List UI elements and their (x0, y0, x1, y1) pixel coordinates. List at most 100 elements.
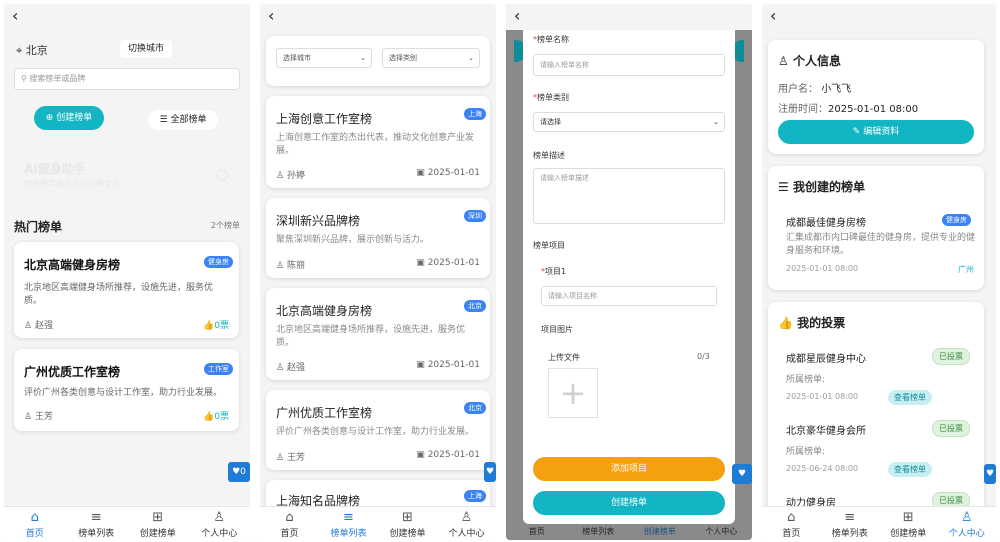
search-icon: ⚲ (21, 74, 27, 83)
search-input[interactable]: ⚲ 搜索榜单或品牌 (14, 68, 240, 90)
list-card[interactable]: 广州优质工作室榜 北京 评价广州各类创意与设计工作室，助力行业发展。 ♙ 王芳 … (266, 390, 490, 470)
chat-icon[interactable]: ◯ (216, 168, 228, 181)
person-icon: ♙ (213, 510, 226, 525)
create-list-button[interactable]: ⊕ 创建榜单 (34, 106, 104, 130)
tab-home[interactable]: ⌂ 首页 (260, 507, 319, 540)
tab-profile[interactable]: ♙ 个人中心 (189, 507, 251, 540)
tab-list[interactable]: ≡ 榜单列表 (66, 507, 128, 540)
card-title: 北京高端健身房榜 (276, 304, 373, 318)
tab-profile[interactable]: ♙ 个人中心 (938, 507, 997, 540)
favorite-float-button[interactable]: ♥0 (228, 462, 250, 482)
item1-name-input[interactable]: 请输入项目名称 (541, 286, 717, 306)
tab-profile[interactable]: 个人中心 (691, 524, 753, 540)
grid-icon: ⊞ (402, 510, 413, 525)
user-icon: ♙ (778, 54, 789, 68)
view-list-button[interactable]: 查看榜单 (888, 390, 932, 405)
item1-label: *项目1 (541, 267, 567, 276)
switch-city-button[interactable]: 切换城市 (120, 40, 173, 58)
card-author: ♙ 孙婷 (276, 171, 305, 181)
item-image-label: 项目图片 (541, 325, 573, 334)
list-card[interactable]: 深圳新兴品牌榜 深圳 聚焦深圳新兴品牌，展示创新与活力。 ♙ 陈丽 ▣ 2025… (266, 198, 490, 278)
items-label: 榜单项目 (533, 241, 565, 250)
tab-profile[interactable]: ♙ 个人中心 (437, 507, 496, 540)
card-description: 北京地区高端健身场所推荐，设施先进，服务优质。 (24, 283, 214, 306)
list-name-input[interactable]: 请输入榜单名称 (533, 54, 725, 76)
chevron-down-icon: ⌄ (713, 118, 719, 126)
tab-create[interactable]: ⊞ 创建榜单 (378, 507, 437, 540)
my-lists-title: ☰ 我创建的榜单 (778, 180, 865, 194)
tab-list[interactable]: 榜单列表 (568, 524, 630, 540)
location-city: 北京 (25, 44, 48, 57)
vote-item-name[interactable]: 北京豪华健身会所 (786, 422, 866, 437)
vote-count[interactable]: 👍0票 (203, 318, 229, 331)
all-lists-button[interactable]: ☰ 全部榜单 (148, 110, 218, 130)
tab-home[interactable]: 首页 (506, 524, 568, 540)
my-list-name[interactable]: 成都最佳健身房榜 (786, 214, 866, 229)
list-description-textarea[interactable]: 请输入榜单描述 (533, 168, 725, 224)
card-author: ♙ 赵强 (24, 321, 53, 331)
submit-create-button[interactable]: 创建榜单 (533, 491, 725, 515)
list-icon: ☰ (159, 115, 168, 125)
add-item-button[interactable]: 添加项目 (533, 457, 725, 481)
card-title: 上海创意工作室榜 (276, 112, 373, 126)
back-icon[interactable]: ‹ (12, 8, 26, 24)
list-card[interactable]: 北京高端健身房榜 北京 北京地区高端健身场所推荐，设施先进，服务优质。 ♙ 赵强… (266, 288, 490, 380)
home-icon: ⌂ (787, 510, 796, 525)
ai-assistant-title: AI健身助手 (24, 162, 86, 176)
home-icon: ⌂ (285, 510, 294, 525)
heart-icon: ♥ (985, 469, 995, 479)
card-date: ▣ 2025-01-01 (416, 360, 480, 370)
favorite-float-button[interactable]: ♥ (984, 464, 996, 484)
my-list-city: 广州 (958, 265, 974, 274)
voted-badge: 已投票 (932, 348, 970, 365)
my-votes-card: 👍 我的投票 成都星辰健身中心 已投票 所属榜单: 2025-01-01 08:… (768, 302, 984, 512)
calendar-icon: ▣ (416, 168, 425, 178)
tab-home[interactable]: ⌂ 首页 (762, 507, 821, 540)
view-list-button[interactable]: 查看榜单 (888, 462, 932, 477)
name-label: *榜单名称 (533, 35, 569, 44)
tab-list[interactable]: ≡ 榜单列表 (319, 507, 378, 540)
card-author: ♙ 王芳 (24, 412, 53, 422)
back-icon[interactable]: ‹ (268, 8, 282, 24)
back-icon[interactable]: ‹ (514, 8, 528, 24)
card-description: 聚焦深圳新兴品牌，展示创新与活力。 (276, 235, 430, 245)
vote-count[interactable]: 👍0票 (203, 409, 229, 422)
type-select[interactable]: 选择类别 ⌄ (382, 48, 480, 68)
favorite-float-button[interactable]: ♥ (732, 464, 752, 484)
user-icon: ♙ (276, 261, 285, 271)
voted-badge: 已投票 (932, 420, 970, 437)
tab-create[interactable]: 创建榜单 (629, 524, 691, 540)
my-lists-card: ☰ 我创建的榜单 成都最佳健身房榜 健身房 汇集成都市内口碑最佳的健身房，提供专… (768, 166, 984, 290)
category-badge: 工作室 (204, 363, 233, 375)
favorite-float-button[interactable]: ♥ (484, 462, 496, 482)
bottom-tab-bar: ⌂ 首页 ≡ 榜单列表 ⊞ 创建榜单 ♙ 个人中心 (260, 506, 496, 540)
card-description: 上海创意工作室的杰出代表，推动文化创意产业发展。 (276, 133, 475, 156)
list-card[interactable]: 上海创意工作室榜 上海 上海创意工作室的杰出代表，推动文化创意产业发展。 ♙ 孙… (266, 96, 490, 188)
tab-list[interactable]: ≡ 榜单列表 (821, 507, 880, 540)
bottom-tab-bar: ⌂ 首页 ≡ 榜单列表 ⊞ 创建榜单 ♙ 个人中心 (762, 506, 996, 540)
card-date: ▣ 2025-01-01 (416, 258, 480, 268)
profile-screen: ‹ ♙ 个人信息 用户名： 小飞飞 注册时间：2025-01-01 08:00 … (762, 4, 996, 540)
hot-list-card[interactable]: 广州优质工作室榜 工作室 评价广州各类创意与设计工作室，助力行业发展。 ♙ 王芳… (14, 349, 239, 431)
tab-home[interactable]: ⌂ 首页 (4, 507, 66, 540)
calendar-icon: ▣ (416, 450, 425, 460)
person-icon: ♙ (960, 510, 973, 525)
home-icon: ⌂ (30, 510, 39, 525)
card-description: 评价广州各类创意与设计工作室，助力行业发展。 (276, 427, 475, 437)
hot-list-card[interactable]: 北京高端健身房榜 健身房 北京地区高端健身场所推荐，设施先进，服务优质。 ♙ 赵… (14, 242, 239, 338)
thumbs-up-icon: 👍 (778, 316, 793, 330)
edit-profile-button[interactable]: ✎ 编辑资料 (778, 120, 974, 144)
list-type-select[interactable]: 请选择 ⌄ (533, 112, 725, 132)
grid-icon: ⊞ (152, 510, 164, 525)
back-icon[interactable]: ‹ (770, 8, 784, 24)
chevron-down-icon: ⌄ (360, 54, 366, 62)
ai-assistant-subtitle: 智能推荐最适合您的健身房 (24, 179, 120, 188)
tab-create[interactable]: ⊞ 创建榜单 (879, 507, 938, 540)
tab-create[interactable]: ⊞ 创建榜单 (127, 507, 189, 540)
type-label: *榜单类别 (533, 93, 569, 102)
heart-icon: ♥ (737, 469, 747, 479)
vote-item-name[interactable]: 成都星辰健身中心 (786, 350, 866, 365)
info-title: ♙ 个人信息 (778, 54, 841, 68)
city-select[interactable]: 选择城市 ⌄ (276, 48, 372, 68)
upload-plus-button[interactable]: + (548, 368, 598, 418)
